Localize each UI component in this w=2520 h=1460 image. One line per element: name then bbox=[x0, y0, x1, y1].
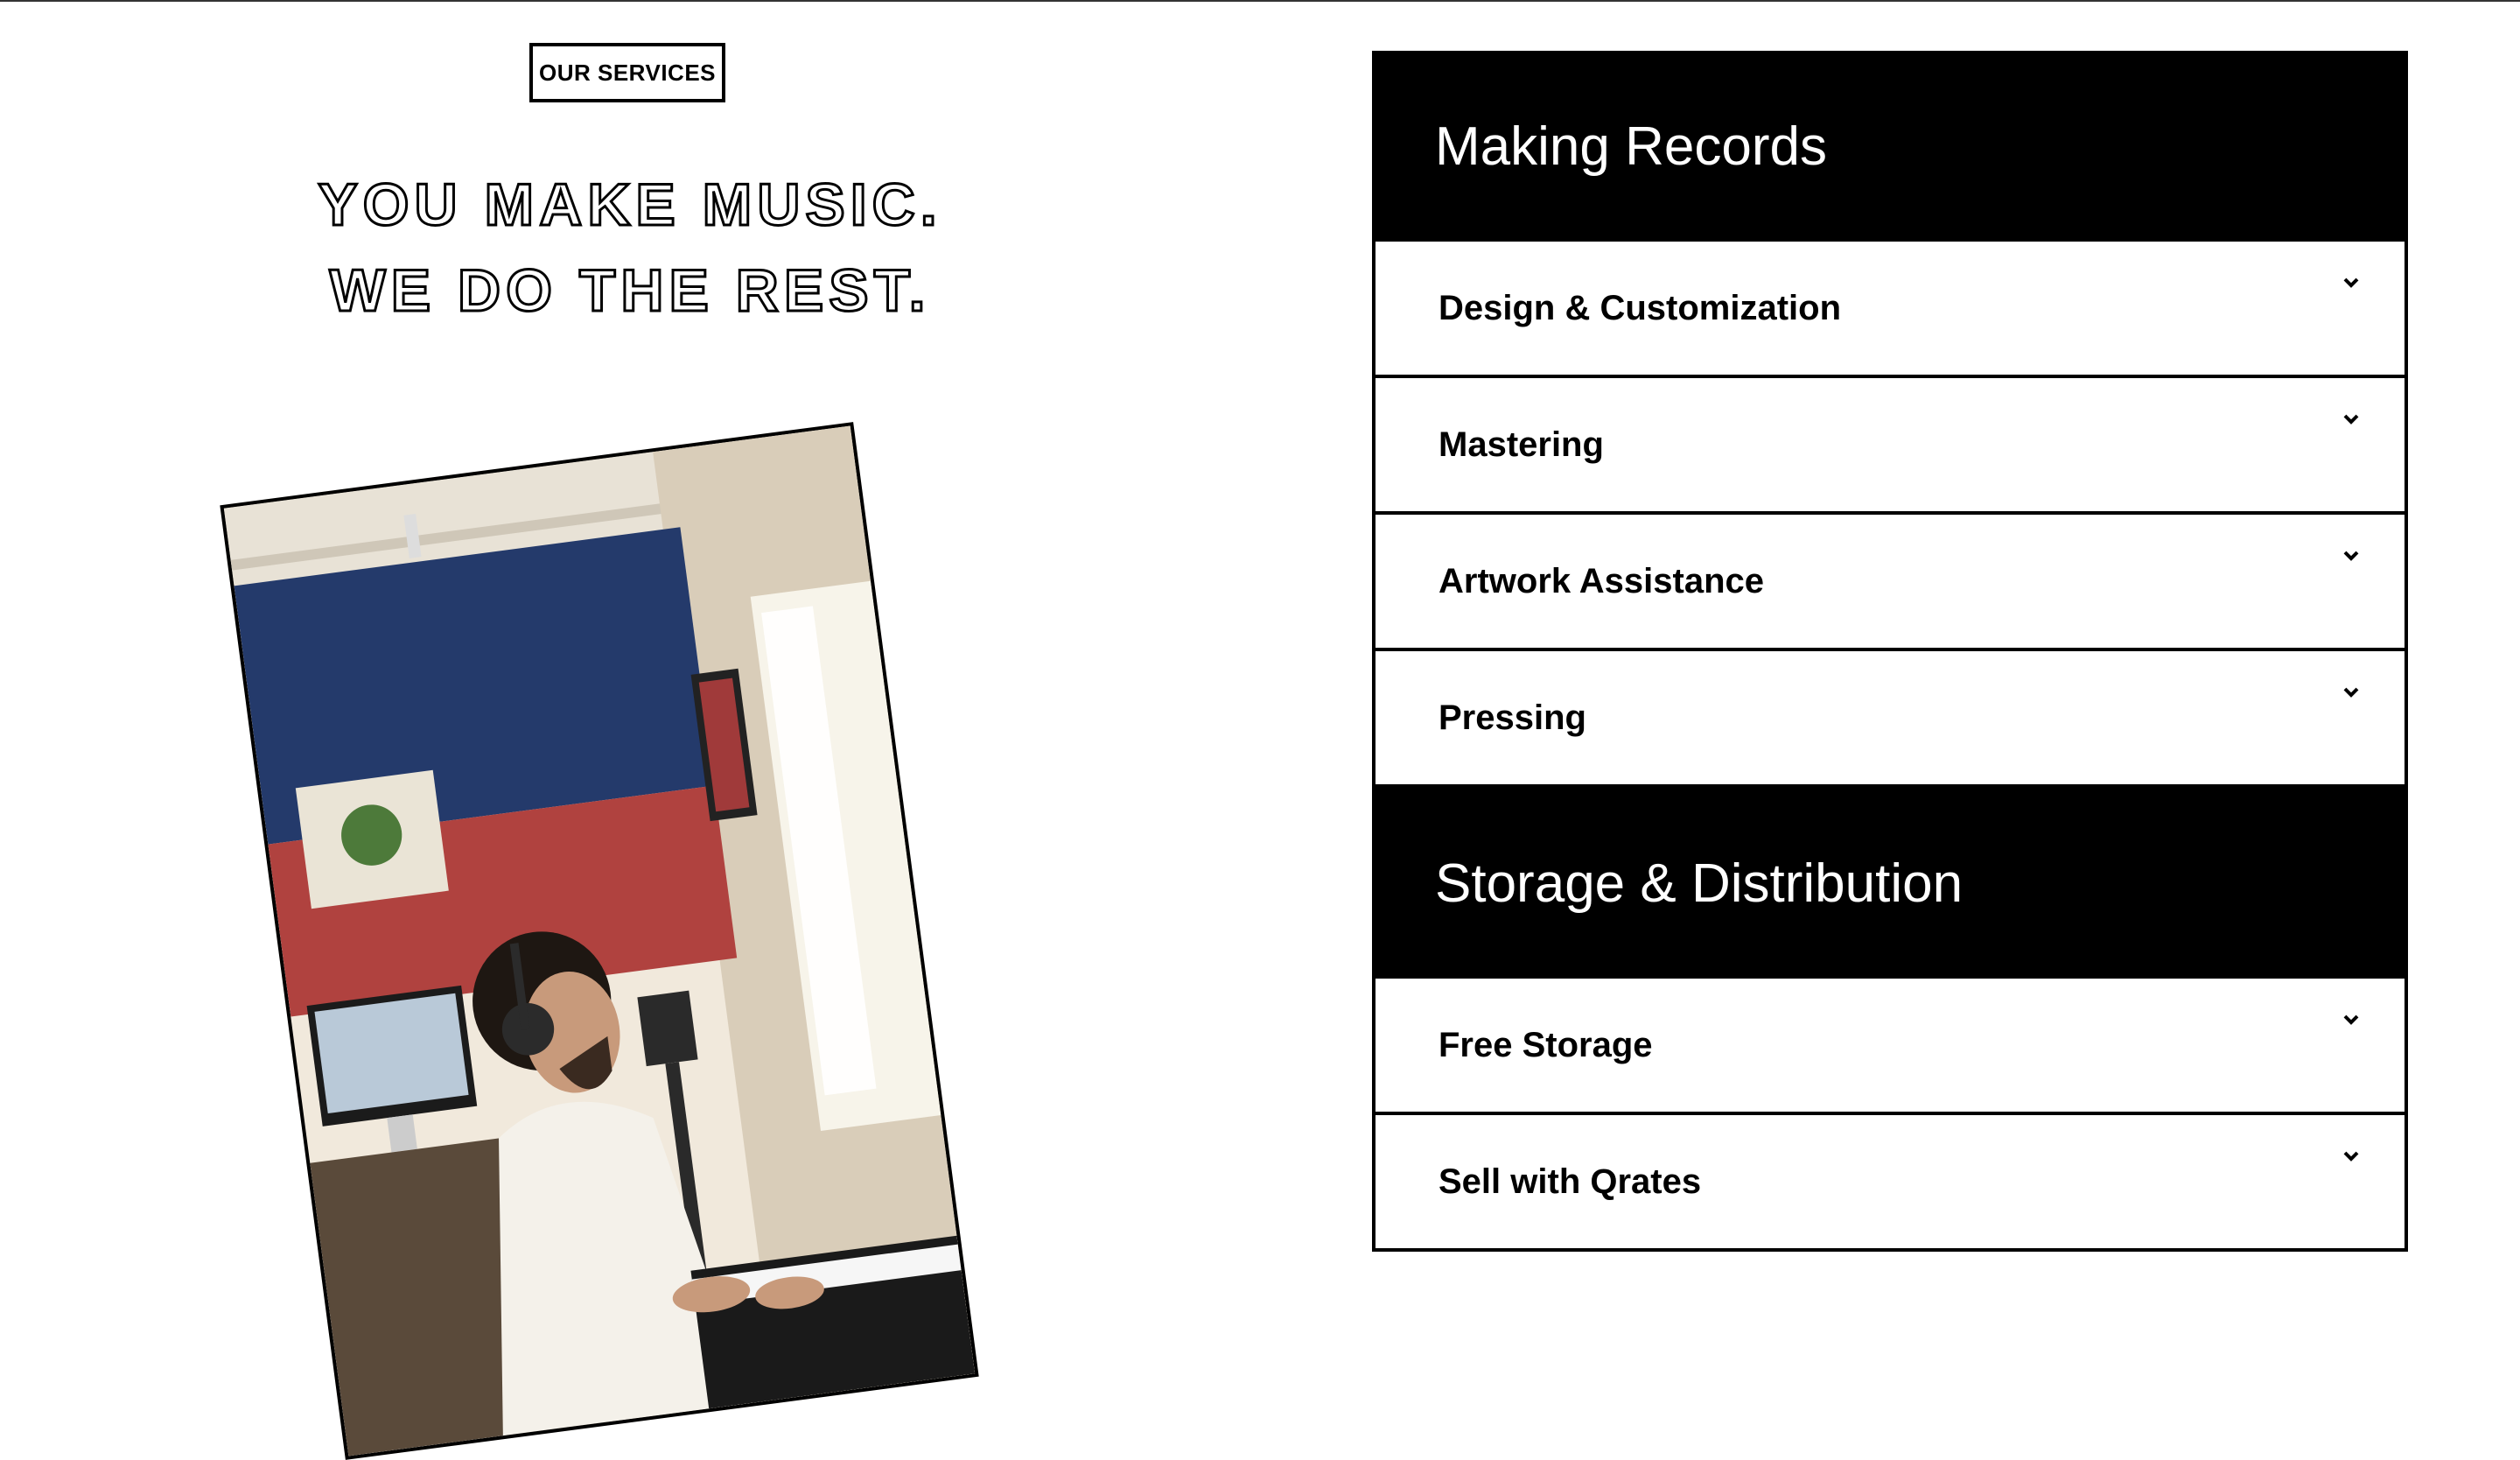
accordion-item-free-storage[interactable]: Free Storage bbox=[1372, 979, 2408, 1115]
accordion-item-mastering[interactable]: Mastering bbox=[1372, 378, 2408, 515]
accordion-item-label: Pressing bbox=[1438, 698, 1586, 737]
accordion-item-label: Mastering bbox=[1438, 425, 1604, 464]
chevron-down-icon[interactable] bbox=[2342, 683, 2361, 702]
accordion-item-pressing[interactable]: Pressing bbox=[1372, 651, 2408, 788]
services-headline: YOU MAKE MUSIC. WE DO THE REST. bbox=[298, 162, 962, 333]
studio-musician-image bbox=[223, 425, 976, 1456]
chevron-down-icon[interactable] bbox=[2342, 546, 2361, 565]
accordion-item-design-customization[interactable]: Design & Customization bbox=[1372, 242, 2408, 378]
headline-line-1: YOU MAKE MUSIC. bbox=[317, 171, 942, 240]
chevron-down-icon[interactable] bbox=[2342, 1010, 2361, 1029]
section-making-records-heading: Making Records bbox=[1372, 51, 2408, 242]
services-intro: OUR SERVICES YOU MAKE MUSIC. WE DO THE R… bbox=[0, 0, 1260, 1460]
chevron-down-icon[interactable] bbox=[2342, 273, 2361, 292]
accordion-item-label: Artwork Assistance bbox=[1438, 561, 1764, 600]
our-services-badge: OUR SERVICES bbox=[529, 43, 725, 102]
chevron-down-icon[interactable] bbox=[2342, 410, 2361, 429]
services-accordion: Making Records Design & Customization Ma… bbox=[1372, 51, 2408, 1252]
section-storage-distribution-heading: Storage & Distribution bbox=[1372, 788, 2408, 979]
chevron-down-icon[interactable] bbox=[2342, 1147, 2361, 1166]
studio-photo bbox=[220, 422, 979, 1460]
accordion-item-label: Sell with Qrates bbox=[1438, 1162, 1702, 1201]
headline-line-2: WE DO THE REST. bbox=[328, 256, 931, 326]
accordion-item-artwork-assistance[interactable]: Artwork Assistance bbox=[1372, 515, 2408, 651]
accordion-item-label: Free Storage bbox=[1438, 1025, 1653, 1064]
accordion-item-sell-with-qrates[interactable]: Sell with Qrates bbox=[1372, 1115, 2408, 1252]
accordion-item-label: Design & Customization bbox=[1438, 288, 1842, 327]
